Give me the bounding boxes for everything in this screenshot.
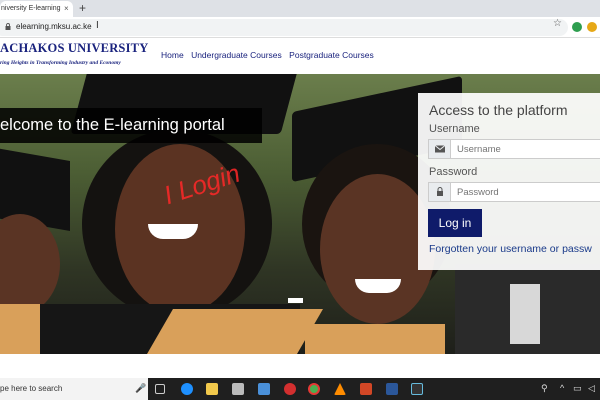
nav-home[interactable]: Home xyxy=(161,50,184,60)
vlc-icon[interactable] xyxy=(334,383,346,395)
tab-title: niversity E-learning xyxy=(1,5,61,12)
taskbar-search[interactable]: pe here to search 🎤 xyxy=(0,378,148,400)
bookmark-star-icon[interactable]: ☆ xyxy=(553,18,562,29)
browser-toolbar: elearning.mksu.ac.ke ☆ xyxy=(0,17,600,38)
graduate-hood-right xyxy=(305,324,445,354)
login-title: Access to the platform xyxy=(429,102,568,118)
volume-icon[interactable]: ◁ xyxy=(588,383,595,394)
browser-tab-strip: niversity E-learning × + xyxy=(0,0,600,17)
graduate-smile-right xyxy=(355,279,401,293)
opera-icon[interactable] xyxy=(284,383,296,395)
tray-chevron-up-icon[interactable]: ^ xyxy=(560,383,564,393)
chrome-icon[interactable] xyxy=(308,383,320,395)
file-explorer-icon[interactable] xyxy=(206,383,218,395)
forgot-credentials-link[interactable]: Forgotten your username or passw xyxy=(429,243,592,255)
text-cursor-icon: I xyxy=(96,20,99,31)
screen-recorder-icon[interactable] xyxy=(411,383,423,395)
username-field[interactable] xyxy=(428,139,600,159)
extension-icon-2[interactable] xyxy=(587,22,597,32)
close-tab-icon[interactable]: × xyxy=(64,4,69,13)
address-bar[interactable]: elearning.mksu.ac.ke xyxy=(0,19,568,36)
people-icon[interactable]: ⚲ xyxy=(541,383,548,394)
graduate-face-left xyxy=(0,214,60,314)
extension-icon[interactable] xyxy=(572,22,582,32)
password-input[interactable] xyxy=(457,185,600,199)
username-label: Username xyxy=(429,123,480,135)
welcome-banner: elcome to the E-learning portal xyxy=(0,108,262,143)
store-icon[interactable] xyxy=(232,383,244,395)
university-name[interactable]: ACHAKOS UNIVERSITY xyxy=(0,41,148,56)
hero-banner: elcome to the E-learning portal I Login … xyxy=(0,74,600,354)
site-header: ACHAKOS UNIVERSITY ring Heights in Trans… xyxy=(0,38,600,74)
browser-tab[interactable]: niversity E-learning × xyxy=(0,1,73,17)
login-panel: Access to the platform Username Password… xyxy=(418,93,600,270)
password-label: Password xyxy=(429,166,478,178)
url-text: elearning.mksu.ac.ke xyxy=(16,22,92,31)
taskbar-search-placeholder: pe here to search xyxy=(0,384,63,393)
lock-icon xyxy=(429,183,451,201)
graduate-smile-center xyxy=(148,224,198,239)
username-input[interactable] xyxy=(457,142,600,156)
main-nav: Home Undergraduate Courses Postgraduate … xyxy=(161,50,379,60)
windows-taskbar: pe here to search 🎤 ⚲ ^ ▭ ◁ xyxy=(0,378,600,400)
lock-icon xyxy=(5,23,11,30)
word-icon[interactable] xyxy=(386,383,398,395)
white-marker xyxy=(288,298,303,303)
log-in-button[interactable]: Log in xyxy=(428,209,482,237)
mail-icon[interactable] xyxy=(258,383,270,395)
password-field[interactable] xyxy=(428,182,600,202)
graduate-hood-center xyxy=(147,309,323,354)
screen: niversity E-learning × + elearning.mksu.… xyxy=(0,0,600,400)
task-view-icon[interactable] xyxy=(155,384,165,394)
nav-postgraduate-courses[interactable]: Postgraduate Courses xyxy=(289,50,374,60)
network-icon[interactable]: ▭ xyxy=(573,383,582,394)
university-motto: ring Heights in Transforming Industry an… xyxy=(0,60,121,66)
nav-undergraduate-courses[interactable]: Undergraduate Courses xyxy=(191,50,282,60)
microphone-icon[interactable]: 🎤 xyxy=(135,383,146,394)
edge-icon[interactable] xyxy=(181,383,193,395)
new-tab-button[interactable]: + xyxy=(79,1,86,15)
powerpoint-icon[interactable] xyxy=(360,383,372,395)
background-person-white xyxy=(510,284,540,344)
envelope-icon xyxy=(429,140,451,158)
